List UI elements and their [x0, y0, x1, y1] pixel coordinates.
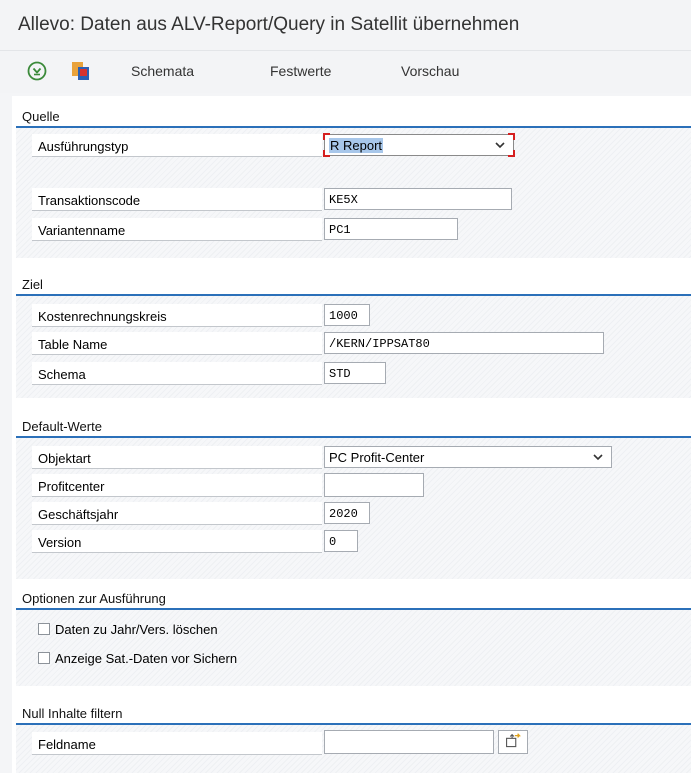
checkbox-anzeige-sat-daten-label: Anzeige Sat.-Daten vor Sichern — [55, 651, 238, 666]
transaktionscode-field[interactable]: KE5X — [324, 188, 512, 210]
copy-document-icon[interactable] — [70, 60, 92, 82]
group-null-inhalte-heading: Null Inhalte filtern — [16, 703, 691, 725]
schemata-button[interactable]: Schemata — [131, 63, 194, 79]
focus-corner — [508, 133, 515, 140]
version-row: Version — [32, 530, 322, 553]
kostenrechnungskreis-field[interactable]: 1000 — [324, 304, 370, 326]
main-content: Quelle Ausführungstyp R Report Transakti… — [12, 96, 691, 773]
group-optionen: Optionen zur Ausführung Daten zu Jahr/Ve… — [16, 588, 691, 686]
ausfuehrungstyp-select[interactable]: R Report — [323, 133, 515, 157]
execute-icon[interactable] — [26, 60, 48, 82]
feldname-label: Feldname — [38, 737, 96, 752]
application-toolbar: Schemata Festwerte Vorschau — [0, 50, 691, 93]
objektart-label: Objektart — [38, 451, 91, 466]
checkbox-daten-loeschen-label: Daten zu Jahr/Vers. löschen — [55, 622, 218, 637]
group-quelle-heading: Quelle — [16, 106, 691, 128]
schema-row: Schema — [32, 362, 322, 385]
focus-corner — [323, 150, 330, 157]
focus-corner — [508, 150, 515, 157]
profitcenter-label: Profitcenter — [38, 479, 105, 494]
checkbox-box[interactable] — [38, 623, 50, 635]
objektart-value: PC Profit-Center — [329, 450, 425, 465]
group-quelle-title: Quelle — [22, 109, 60, 124]
version-field[interactable]: 0 — [324, 530, 358, 552]
transaktionscode-label: Transaktionscode — [38, 193, 141, 208]
objektart-select[interactable]: PC Profit-Center — [324, 446, 612, 468]
feldname-field[interactable] — [324, 730, 494, 754]
group-default-werte-title: Default-Werte — [22, 419, 102, 434]
group-ziel-title: Ziel — [22, 277, 43, 292]
group-ziel-heading: Ziel — [16, 274, 691, 296]
ausfuehrungstyp-row: Ausführungstyp — [32, 134, 322, 157]
schema-field[interactable]: STD — [324, 362, 386, 384]
group-default-werte: Default-Werte Objektart PC Profit-Center… — [16, 416, 691, 579]
kostenrechnungskreis-row: Kostenrechnungskreis — [32, 304, 322, 327]
table-name-row: Table Name — [32, 332, 322, 355]
version-label: Version — [38, 535, 82, 550]
feldname-row: Feldname — [32, 732, 322, 755]
geschaeftsjahr-label: Geschäftsjahr — [38, 507, 119, 522]
variantenname-label: Variantenname — [38, 223, 126, 238]
value-help-button[interactable] — [498, 730, 528, 754]
profitcenter-field[interactable] — [324, 473, 424, 497]
profitcenter-row: Profitcenter — [32, 474, 322, 497]
ausfuehrungstyp-label: Ausführungstyp — [38, 139, 129, 154]
group-optionen-heading: Optionen zur Ausführung — [16, 588, 691, 610]
checkbox-box[interactable] — [38, 652, 50, 664]
festwerte-button[interactable]: Festwerte — [270, 63, 331, 79]
window-title: Allevo: Daten aus ALV-Report/Query in Sa… — [18, 14, 520, 35]
group-ziel: Ziel Kostenrechnungskreis 1000 Table Nam… — [16, 274, 691, 398]
group-quelle: Quelle Ausführungstyp R Report Transakti… — [16, 106, 691, 258]
focus-corner — [323, 133, 330, 140]
geschaeftsjahr-row: Geschäftsjahr — [32, 502, 322, 525]
schema-label: Schema — [38, 367, 86, 382]
group-default-werte-heading: Default-Werte — [16, 416, 691, 438]
table-name-label: Table Name — [38, 337, 108, 352]
kostenrechnungskreis-label: Kostenrechnungskreis — [38, 309, 167, 324]
group-null-inhalte: Null Inhalte filtern Feldname — [16, 703, 691, 773]
group-null-inhalte-title: Null Inhalte filtern — [22, 706, 123, 721]
variantenname-field[interactable]: PC1 — [324, 218, 458, 240]
variantenname-row: Variantenname — [32, 218, 322, 241]
chevron-down-icon — [495, 142, 505, 149]
group-optionen-title: Optionen zur Ausführung — [22, 591, 166, 606]
vorschau-button[interactable]: Vorschau — [401, 63, 459, 79]
ausfuehrungstyp-value: R Report — [329, 138, 384, 153]
title-bar: Allevo: Daten aus ALV-Report/Query in Sa… — [0, 0, 691, 50]
objektart-row: Objektart — [32, 446, 322, 469]
geschaeftsjahr-field[interactable]: 2020 — [324, 502, 370, 524]
chevron-down-icon — [593, 454, 603, 461]
value-help-icon — [506, 733, 521, 748]
table-name-field[interactable]: /KERN/IPPSAT80 — [324, 332, 604, 354]
transaktionscode-row: Transaktionscode — [32, 188, 322, 211]
